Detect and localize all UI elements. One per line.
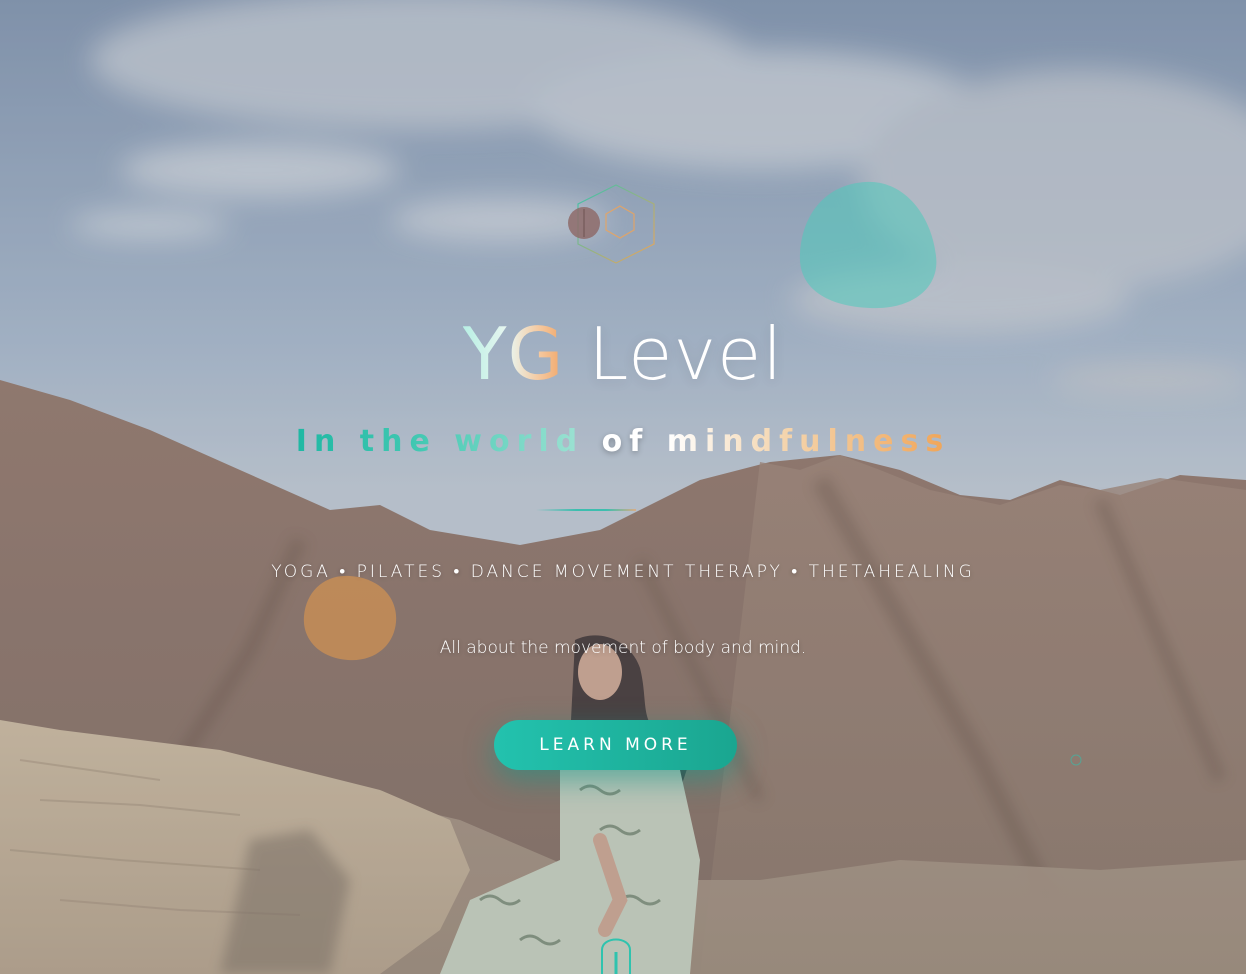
tagline-part-3: mindfulness	[666, 424, 951, 459]
small-circle-icon	[1070, 754, 1082, 766]
site-title-level: Level	[588, 312, 784, 396]
scroll-down-loop-icon	[601, 938, 631, 974]
hero-section: YG Level In the world of mindfulness YOG…	[0, 0, 1246, 974]
hexagon-logo-icon	[568, 184, 655, 264]
site-title: YG Level	[0, 312, 1246, 396]
hero-subtitle: All about the movement of body and mind.	[439, 638, 807, 658]
services-list: YOGA • PILATES • DANCE MOVEMENT THERAPY …	[271, 562, 975, 582]
gradient-divider	[536, 509, 636, 511]
tagline: In the world of mindfulness	[0, 424, 1246, 459]
tagline-part-2: of	[601, 424, 650, 459]
hero-overlay	[0, 0, 1246, 974]
learn-more-button[interactable]: LEARN MORE	[494, 720, 737, 770]
site-title-yg: YG	[462, 312, 565, 396]
teal-decorative-blob	[799, 181, 937, 309]
tagline-part-1: In the world	[295, 424, 585, 459]
